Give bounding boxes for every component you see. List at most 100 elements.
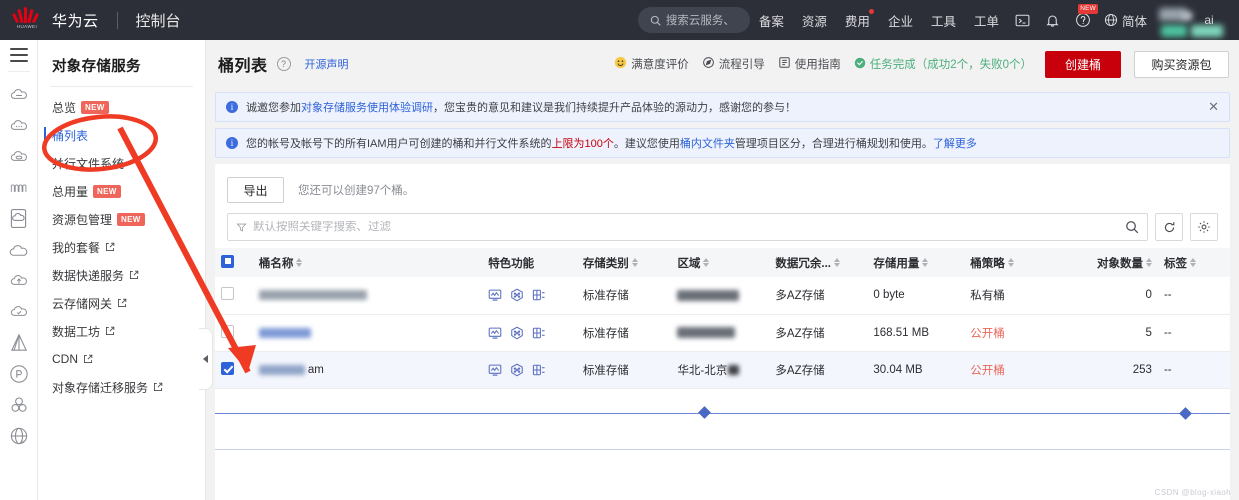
column-header-policy[interactable]: 桶策略 [964,248,1063,277]
column-header-objects[interactable]: 对象数量 [1062,248,1158,277]
sort-icon[interactable] [296,258,303,267]
sidebar-item-2[interactable]: 并行文件系统 [38,149,205,177]
column-header-region[interactable]: 区域 [671,248,770,277]
alert-link[interactable]: 了解更多 [933,138,977,150]
storage-document-icon[interactable] [4,203,34,234]
sort-icon[interactable] [834,258,840,267]
brand-name[interactable]: 华为云 [52,10,99,31]
help-circle-icon[interactable]: ? [276,57,291,71]
lifecycle-icon[interactable] [532,326,546,340]
alert-text-segment: ，您宝贵的意见和建议是我们持续提升产品体验的源动力，感谢您的参与！ [433,102,796,114]
bucket-policy-value[interactable]: 公开桶 [970,328,1005,340]
column-header-storage[interactable]: 存储类别 [576,248,672,277]
row-checkbox[interactable] [221,324,234,338]
sidebar-item-9[interactable]: CDN [38,345,205,373]
create-bucket-button[interactable]: 创建桶 [1045,50,1121,78]
region-cell: 华北-北京 [671,351,770,389]
bucket-name[interactable] [258,327,476,338]
sidebar-item-3[interactable]: 总用量 NEW [38,177,205,205]
cloud-service-icon-1[interactable] [4,79,34,110]
cluster-icon[interactable] [4,389,34,420]
sidebar-item-8[interactable]: 数据工坊 [38,317,205,345]
sidebar-item-1[interactable]: 桶列表 [38,121,205,149]
row-checkbox[interactable] [221,287,234,301]
sidebar-item-0[interactable]: 总览 NEW [38,93,205,121]
help-button[interactable]: NEW [1068,0,1098,40]
table-row[interactable]: am 标准存储 华北-北京 多AZ存储 30.04 MB 公开桶 253 -- 20 [215,351,1230,389]
nav-item-beian[interactable]: 备案 [750,0,793,40]
global-search-box[interactable]: 搜索云服务、 [637,7,750,33]
prism-icon[interactable] [4,327,34,358]
user-account-menu[interactable]: ai [1153,0,1239,40]
cloud-service-icon-3[interactable] [4,141,34,172]
process-guide-button[interactable]: 流程引导 [702,56,765,72]
language-selector[interactable]: 简体 [1098,11,1153,30]
elastic-service-icon[interactable] [4,172,34,203]
column-header-tags[interactable]: 标签 [1157,248,1227,277]
nav-item-tickets[interactable]: 工单 [965,0,1008,40]
menu-toggle-icon[interactable] [9,48,28,62]
cloud-shell-button[interactable] [1008,0,1038,40]
buy-package-button[interactable]: 购买资源包 [1134,50,1229,78]
encryption-icon[interactable] [510,288,524,302]
encryption-icon[interactable] [510,326,524,340]
column-header-usage[interactable]: 存储用量 [867,248,965,277]
protection-icon[interactable] [4,358,34,389]
satisfaction-survey-button[interactable]: 满意度评价 [614,56,689,72]
monitor-icon[interactable] [488,363,502,377]
sidebar-collapse-handle[interactable] [199,328,213,390]
sort-icon[interactable] [1189,258,1196,267]
sort-icon[interactable] [631,258,638,267]
account-name: ai [1204,13,1214,27]
global-network-icon[interactable]: w [4,420,34,451]
bucket-name[interactable]: am [258,364,476,376]
lifecycle-icon[interactable] [532,288,546,302]
search-input[interactable] [253,221,1125,233]
open-source-statement-link[interactable]: 开源声明 [305,56,349,72]
cloud-upload-icon[interactable] [4,265,34,296]
row-checkbox[interactable] [221,361,234,375]
table-settings-button[interactable] [1190,213,1218,241]
sort-icon[interactable] [1007,258,1014,267]
alert-link[interactable]: 桶内文件夹 [680,138,735,150]
sort-icon[interactable] [1145,258,1152,267]
nav-item-tools[interactable]: 工具 [922,0,965,40]
table-row[interactable]: 标准存储 多AZ存储 0 byte 私有桶 0 -- 2 [215,277,1230,315]
nav-item-enterprise[interactable]: 企业 [879,0,922,40]
column-header-name[interactable]: 桶名称 [252,248,483,277]
export-button[interactable]: 导出 [227,177,284,203]
redacted-name [258,290,367,301]
alert-link[interactable]: 对象存储服务使用体验调研 [301,102,433,114]
cloud-service-icon-2[interactable] [4,110,34,141]
cloud-check-icon[interactable] [4,296,34,327]
monitor-icon[interactable] [488,326,502,340]
huawei-logo-icon[interactable]: HUAWEI [10,6,44,34]
cloud-icon-plain[interactable] [4,234,34,265]
search-filter-box[interactable] [227,213,1148,241]
close-icon[interactable]: ✕ [1198,99,1219,115]
table-row[interactable]: 标准存储 多AZ存储 168.51 MB 公开桶 5 -- 20 [215,314,1230,352]
sidebar-item-4[interactable]: 资源包管理 NEW [38,205,205,233]
nav-item-billing[interactable]: 费用 [836,0,879,40]
sidebar-item-5[interactable]: 我的套餐 [38,233,205,261]
column-header-redund[interactable]: 数据冗余... [769,248,868,277]
nav-item-resources[interactable]: 资源 [793,0,836,40]
lifecycle-icon[interactable] [532,363,546,377]
task-status-indicator[interactable]: 任务完成（成功2个，失败0个） [854,56,1032,72]
sidebar-item-7[interactable]: 云存储网关 [38,289,205,317]
select-all-checkbox[interactable] [221,254,234,268]
bucket-name-cell [252,314,483,352]
sidebar-item-10[interactable]: 对象存储迁移服务 [38,373,205,401]
refresh-button[interactable] [1155,213,1183,241]
monitor-icon[interactable] [488,288,502,302]
bucket-name[interactable] [258,290,476,301]
search-icon[interactable] [1125,220,1139,234]
sort-icon[interactable] [703,258,710,267]
bucket-policy-value[interactable]: 公开桶 [970,365,1005,377]
notifications-button[interactable] [1038,0,1068,40]
sort-icon[interactable] [922,258,929,267]
console-label[interactable]: 控制台 [136,10,181,31]
sidebar-item-6[interactable]: 数据快递服务 [38,261,205,289]
user-guide-button[interactable]: 使用指南 [778,56,841,72]
encryption-icon[interactable] [510,363,524,377]
